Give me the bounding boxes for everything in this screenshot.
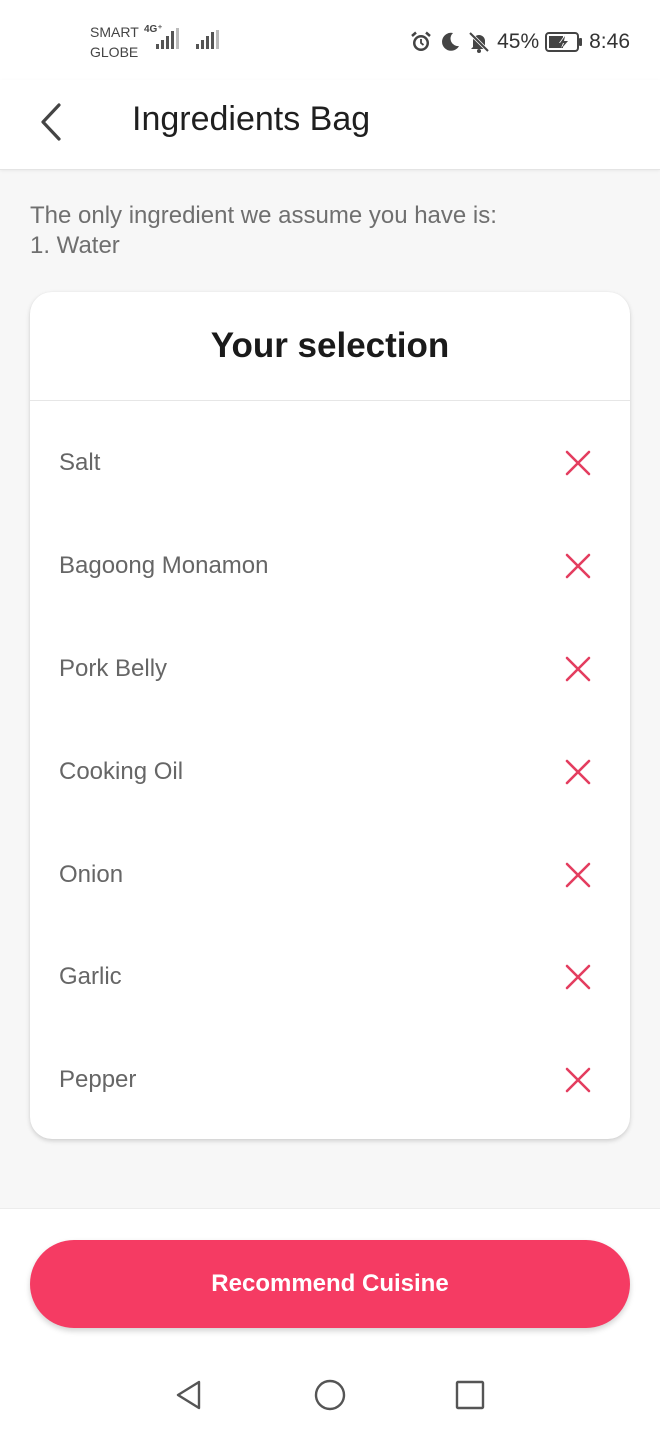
close-icon (565, 759, 591, 785)
assumed-ingredients-note: The only ingredient we assume you have i… (30, 201, 630, 261)
list-item: Salt (30, 412, 630, 515)
ingredient-label: Onion (59, 860, 124, 888)
close-icon (565, 965, 591, 990)
list-item: Cooking Oil (30, 720, 630, 823)
remove-ingredient-button[interactable] (562, 859, 594, 891)
bottom-area: Recommend Cuisine (0, 1208, 660, 1431)
recents-square-icon (455, 1380, 485, 1410)
status-bar: SMART GLOBE 4G⁺ 45% 8:46 (0, 0, 660, 80)
back-triangle-icon (176, 1380, 201, 1410)
list-item: Garlic (30, 926, 630, 1029)
list-item: Pepper (30, 1029, 630, 1132)
nav-back-button[interactable] (171, 1377, 207, 1413)
card-title: Your selection (30, 292, 630, 401)
signal-strength-icon (196, 30, 219, 49)
page-title: Ingredients Bag (132, 100, 371, 138)
back-button[interactable] (26, 96, 78, 148)
close-icon (565, 656, 591, 682)
screen: SMART GLOBE 4G⁺ 45% 8:46 Ingredients Bag… (0, 0, 660, 1431)
close-icon (565, 862, 591, 887)
list-item: Pork Belly (30, 618, 630, 721)
remove-ingredient-button[interactable] (562, 756, 594, 788)
selection-card: Your selection Salt Bagoong Monamon Pork… (30, 292, 630, 1139)
clock: 8:46 (589, 30, 630, 53)
alarm-icon (409, 30, 433, 54)
chevron-left-icon (41, 103, 61, 141)
ingredient-label: Bagoong Monamon (59, 552, 269, 580)
remove-ingredient-button[interactable] (562, 447, 594, 479)
list-item: Onion (30, 823, 630, 926)
ingredient-label: Cooking Oil (59, 757, 184, 785)
nav-recents-button[interactable] (452, 1377, 488, 1413)
moon-icon (439, 31, 461, 53)
carrier-info: SMART GLOBE (90, 22, 139, 62)
remove-ingredient-button[interactable] (562, 550, 594, 582)
list-item: Bagoong Monamon (30, 515, 630, 618)
close-icon (565, 451, 591, 476)
app-bar: Ingredients Bag (0, 80, 660, 170)
ingredient-label: Pepper (59, 1066, 137, 1094)
remove-ingredient-button[interactable] (562, 961, 594, 993)
remove-ingredient-button[interactable] (562, 653, 594, 685)
signal-2 (196, 30, 220, 55)
ingredient-label: Pork Belly (59, 654, 168, 682)
note-line-1: The only ingredient we assume you have i… (30, 202, 497, 229)
note-line-2: 1. Water (30, 232, 120, 259)
close-icon (565, 1067, 591, 1093)
battery-charging-icon (545, 31, 583, 53)
carrier-bottom: GLOBE (90, 44, 139, 60)
ingredient-list: Salt Bagoong Monamon Pork Belly Cooking … (30, 401, 630, 1132)
close-icon (565, 553, 591, 579)
carrier-top: SMART (90, 24, 139, 40)
nav-home-button[interactable] (312, 1377, 348, 1413)
bell-off-icon (467, 30, 491, 54)
remove-ingredient-button[interactable] (562, 1064, 594, 1096)
signal-strength-icon (156, 28, 179, 49)
home-circle-icon (314, 1379, 346, 1411)
battery-percent: 45% (497, 30, 540, 53)
system-nav-bar (0, 1359, 660, 1431)
ingredient-label: Salt (59, 449, 101, 477)
recommend-cuisine-button[interactable]: Recommend Cuisine (30, 1240, 630, 1328)
ingredient-label: Garlic (59, 963, 122, 991)
status-icons: 45% 8:46 (409, 28, 630, 56)
